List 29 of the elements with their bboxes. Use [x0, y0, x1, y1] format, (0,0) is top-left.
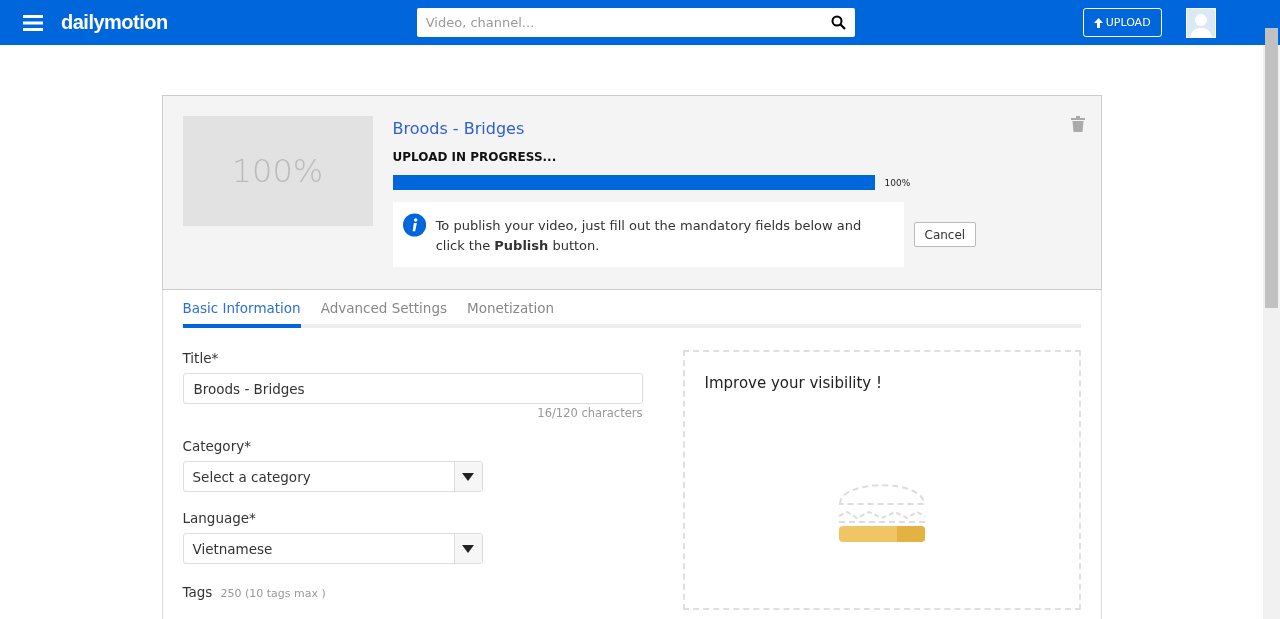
tab[interactable]: Advanced Settings	[320, 294, 448, 328]
field-label: Language*	[182, 510, 257, 526]
caret-icon	[462, 472, 474, 481]
character-counter: 16/120 characters	[537, 406, 643, 420]
category-dropdown[interactable]: Select a category	[182, 461, 483, 492]
logo[interactable]: dailymotion	[61, 11, 168, 34]
video-title-link[interactable]: Broods - Bridges	[392, 119, 977, 138]
title-field[interactable]: Broods - Bridges	[182, 373, 643, 404]
info-text: To publish your video, just fill out the mandatory fields below and click the Publish button.	[435, 217, 863, 255]
visibility-title: Improve your visibility !	[704, 374, 883, 392]
tags-hint: 250 (10 tags max )	[220, 587, 326, 600]
upload-status: UPLOAD IN PROGRESS...	[392, 150, 558, 164]
field-label: Title*	[182, 350, 220, 366]
avatar-icon[interactable]	[1185, 7, 1216, 38]
field-label: Category*	[182, 438, 252, 454]
menu-icon[interactable]	[23, 14, 43, 31]
upload-button[interactable]: UPLOAD	[1082, 8, 1162, 37]
language-dropdown[interactable]: Vietnamese	[182, 533, 483, 564]
field-label: Tags	[182, 584, 213, 600]
progress-percent: 100%	[884, 177, 911, 188]
scrollbar-thumb[interactable]	[1265, 28, 1278, 308]
cancel-button[interactable]: Cancel	[913, 222, 977, 247]
arrow-up-icon	[1093, 17, 1103, 28]
info-icon	[402, 210, 426, 240]
tab[interactable]: Basic Information	[182, 294, 301, 328]
caret-icon	[462, 544, 474, 553]
tab[interactable]: Monetization	[467, 294, 555, 328]
search-icon[interactable]	[830, 15, 846, 30]
search-field[interactable]: Video, channel...	[416, 8, 855, 37]
